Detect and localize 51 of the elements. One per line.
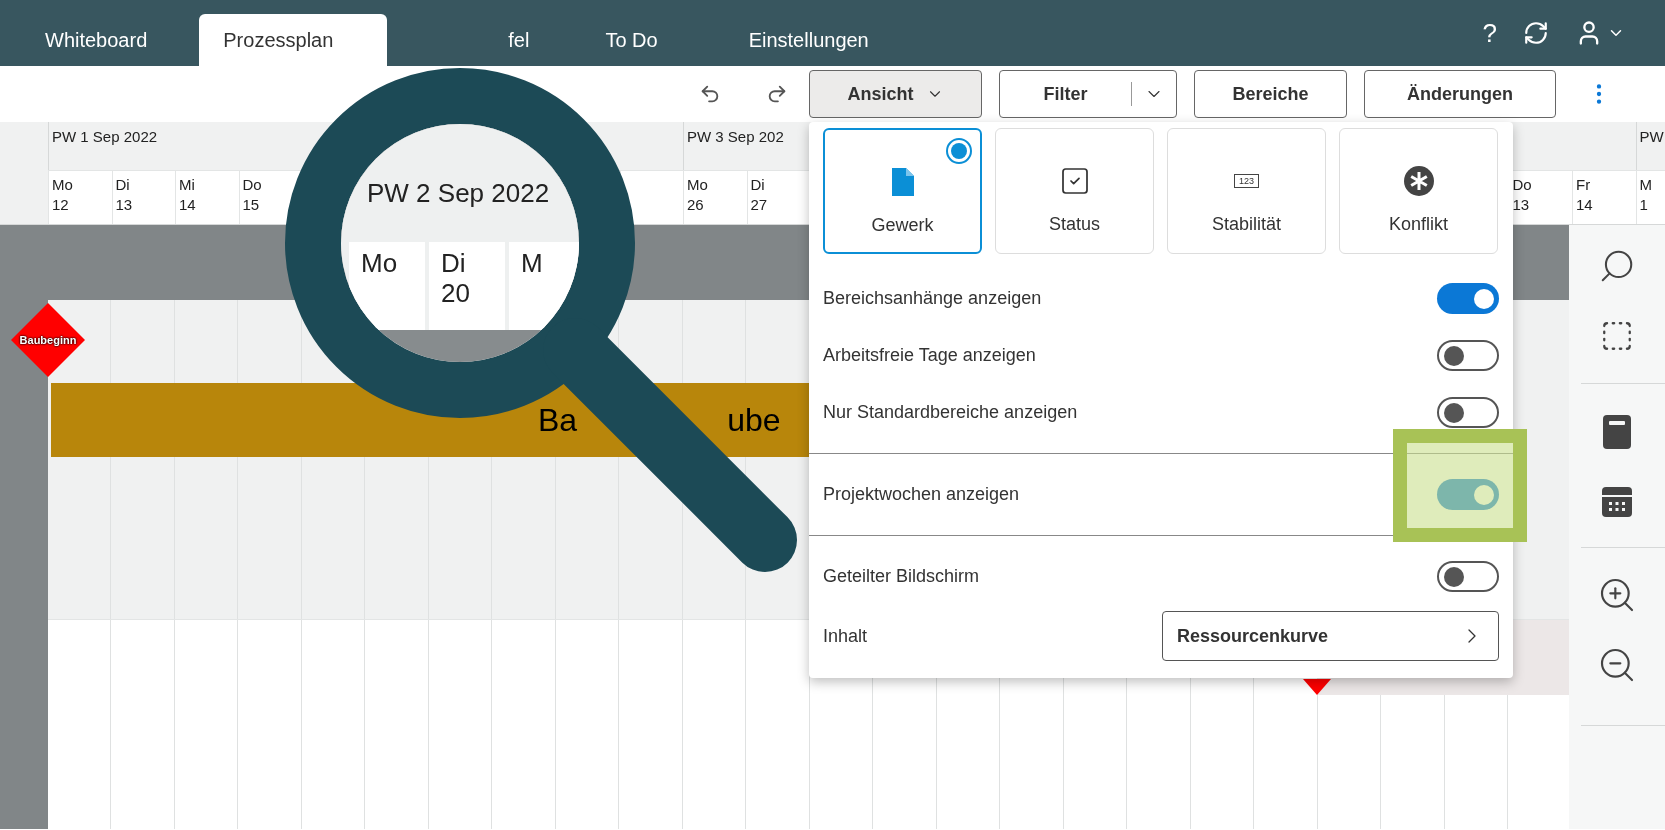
view-option-card[interactable]: 123 Stabilität — [1167, 128, 1326, 254]
day-header-cell: Mo 26 — [683, 169, 747, 224]
toolbar-button[interactable]: Bereiche — [1194, 70, 1347, 118]
toggle-switch[interactable] — [1437, 561, 1499, 592]
toggle-switch[interactable] — [1437, 479, 1499, 510]
calendar-icon[interactable] — [1602, 487, 1632, 517]
day-header-cell: Mo 12 — [48, 169, 112, 224]
day-header-cell: Di 27 — [746, 169, 810, 224]
view-dropdown-button[interactable]: Ansicht — [809, 70, 982, 118]
option-label: Nur Standardbereiche anzeigen — [823, 401, 1078, 424]
calculator-icon[interactable] — [1603, 415, 1631, 449]
refresh-icon[interactable] — [1523, 20, 1549, 46]
nav-tab[interactable]: Einstellungen — [724, 14, 893, 66]
task-bar-label: Ba — [538, 401, 578, 439]
option-label: Geteilter Bildschirm — [823, 565, 980, 588]
nav-tab[interactable]: Whiteboard — [21, 14, 172, 66]
nav-tab[interactable]: To Do — [581, 14, 682, 66]
number-badge: 123 — [1234, 174, 1259, 188]
radio-indicator — [946, 138, 972, 164]
week-label: PW 2 Sep 2022 — [367, 178, 550, 208]
day-header-cell: M 1 — [1635, 169, 1665, 224]
day-header-cell: Di 20 — [429, 242, 505, 330]
view-option-card[interactable]: Konflikt — [1339, 128, 1498, 254]
week-label: PW 1 Sep 2022 — [52, 128, 158, 145]
toggle-switch[interactable] — [1437, 397, 1499, 428]
asterisk-circle-icon — [1403, 166, 1434, 196]
week-label: PW — [1639, 128, 1664, 145]
nav-tab[interactable]: Prozessplan — [199, 14, 388, 66]
day-header-cell: Mo — [349, 242, 425, 330]
content-select[interactable]: Ressourcenkurve — [1162, 611, 1499, 661]
help-button[interactable]: ? — [1482, 18, 1497, 48]
week-label: PW 3 Sep 202 — [687, 128, 784, 145]
undo-icon[interactable] — [699, 83, 721, 105]
day-header-cell: Di 13 — [111, 169, 175, 224]
option-label: Projektwochen anzeigen — [823, 483, 1020, 506]
nav-tab[interactable]: fel — [484, 14, 554, 66]
view-option-card[interactable]: Status — [995, 128, 1154, 254]
option-label: Bereichsanhänge anzeigen — [823, 287, 1042, 310]
view-option-card[interactable]: Gewerk — [823, 128, 982, 254]
dashed-selection-icon[interactable] — [1600, 319, 1634, 353]
day-header-cell: Mi 14 — [175, 169, 239, 224]
redo-icon[interactable] — [766, 83, 788, 105]
toolbar-button[interactable]: Änderungen — [1364, 70, 1556, 118]
filter-split-button[interactable]: Filter — [999, 70, 1177, 118]
option-label: Arbeitsfreie Tage anzeigen — [823, 344, 1036, 367]
toggle-switch[interactable] — [1437, 283, 1499, 314]
task-bar-label: ube — [727, 401, 781, 439]
toggle-switch[interactable] — [1437, 340, 1499, 371]
day-header-cell: Fr 14 — [1572, 169, 1636, 224]
option-label: Inhalt — [823, 624, 868, 648]
document-icon — [891, 168, 914, 196]
